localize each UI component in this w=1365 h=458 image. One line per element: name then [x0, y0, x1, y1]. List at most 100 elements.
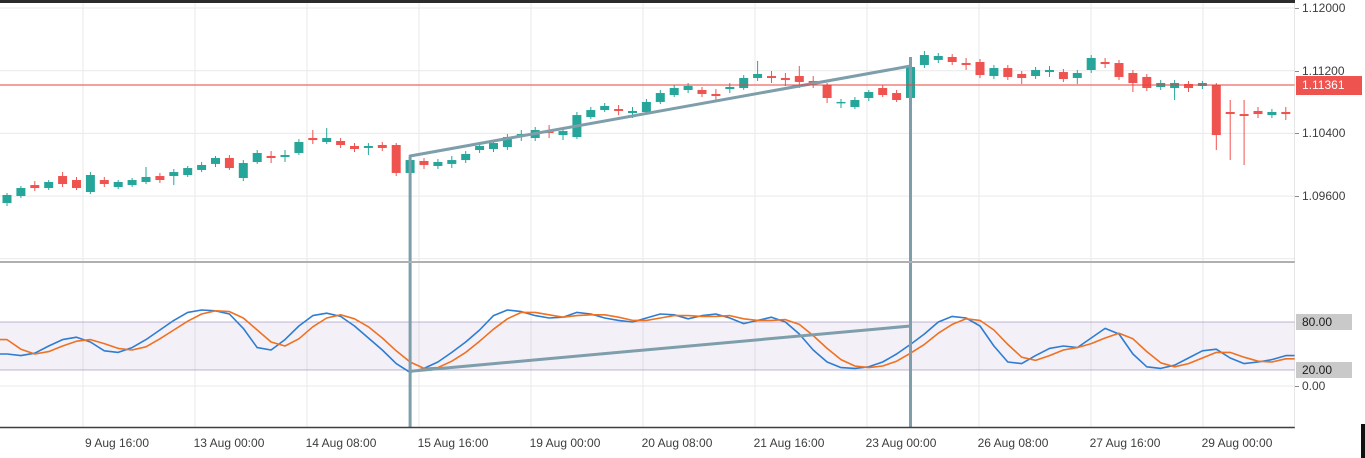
- candle-body: [642, 102, 651, 112]
- candle-body: [142, 177, 151, 182]
- candle-body: [739, 78, 748, 88]
- candle-body: [767, 76, 776, 78]
- candle-body: [378, 145, 387, 148]
- price-axis-label: 1.11200: [1302, 64, 1345, 78]
- candle-body: [3, 195, 12, 203]
- candle-body: [600, 106, 609, 110]
- time-axis-label: 19 Aug 00:00: [530, 436, 601, 450]
- chart-plot-area[interactable]: [0, 0, 1365, 458]
- price-axis-label: 1.12000: [1302, 1, 1345, 15]
- time-axis-label: 15 Aug 16:00: [418, 436, 489, 450]
- axis-tick: [1295, 133, 1299, 134]
- candle-body: [878, 88, 887, 95]
- candle-body: [628, 111, 637, 113]
- candle-body: [58, 176, 67, 184]
- candle-body: [211, 158, 220, 164]
- candle-body: [656, 93, 665, 102]
- candle-body: [1045, 70, 1054, 72]
- candle-body: [864, 92, 873, 98]
- candle-body: [976, 62, 985, 75]
- candle-body: [392, 145, 401, 173]
- candle-body: [614, 109, 623, 111]
- price-axis-label: 1.10400: [1302, 126, 1345, 140]
- candle-body: [336, 141, 345, 145]
- candle-body: [892, 93, 901, 100]
- candle-body: [1115, 63, 1124, 77]
- candle-body: [1059, 72, 1068, 79]
- candle-body: [350, 146, 359, 149]
- candle-body: [1281, 112, 1290, 114]
- trading-chart-window: 1.11361 80.00 20.00 0.00 1.120001.112001…: [0, 0, 1365, 458]
- candle-body: [322, 138, 331, 142]
- current-price-badge: 1.11361: [1296, 76, 1362, 95]
- candle-body: [1101, 62, 1110, 64]
- time-axis-label: 9 Aug 16:00: [85, 436, 149, 450]
- candle-body: [447, 160, 456, 164]
- candle-body: [294, 142, 303, 153]
- candle-body: [948, 57, 957, 62]
- candle-body: [559, 131, 568, 135]
- candle-body: [44, 182, 53, 188]
- candle-body: [114, 182, 123, 187]
- candle-body: [475, 146, 484, 150]
- candle-body: [684, 86, 693, 90]
- candle-body: [155, 176, 164, 180]
- price-axis-label: 1.09600: [1302, 189, 1345, 203]
- time-axis-label: 29 Aug 00:00: [1202, 436, 1273, 450]
- candle-body: [420, 161, 429, 165]
- time-axis-label: 21 Aug 16:00: [754, 436, 825, 450]
- candle-body: [225, 158, 234, 168]
- candle-body: [169, 172, 178, 176]
- candle-body: [308, 138, 317, 140]
- candle-body: [989, 68, 998, 76]
- candle-body: [239, 163, 248, 178]
- time-axis-label: 13 Aug 00:00: [194, 436, 265, 450]
- candle-body: [1003, 68, 1012, 77]
- candle-body: [920, 55, 929, 65]
- chart-top-border: [0, 0, 1365, 3]
- candle-body: [795, 76, 804, 82]
- candle-body: [781, 78, 790, 80]
- candle-body: [1087, 58, 1096, 70]
- candle-body: [30, 185, 39, 188]
- candle-body: [1073, 73, 1082, 78]
- candle-body: [586, 110, 595, 117]
- candle-body: [711, 94, 720, 96]
- time-axis-label: 23 Aug 00:00: [866, 436, 937, 450]
- candle-body: [850, 100, 859, 107]
- candle-body: [1128, 73, 1137, 83]
- candle-body: [1017, 74, 1026, 78]
- candle-body: [253, 153, 262, 162]
- axis-tick: [1295, 386, 1299, 387]
- candle-body: [1254, 111, 1263, 114]
- candle-body: [962, 63, 971, 65]
- candle-body: [267, 156, 276, 158]
- candle-body: [183, 168, 192, 175]
- time-axis-label: 27 Aug 16:00: [1090, 436, 1161, 450]
- candle-body: [1240, 114, 1249, 116]
- candle-body: [72, 180, 81, 188]
- candle-body: [128, 180, 137, 185]
- axis-tick: [1295, 71, 1299, 72]
- stoch-band: [0, 322, 1295, 370]
- candle-body: [670, 88, 679, 95]
- stoch-zero-label: 0.00: [1302, 379, 1325, 393]
- time-axis-label: 20 Aug 08:00: [642, 436, 713, 450]
- candle-body: [433, 162, 442, 166]
- price-axis[interactable]: 1.11361 80.00 20.00 0.00 1.120001.112001…: [1295, 0, 1365, 458]
- candle-body: [837, 102, 846, 103]
- candle-body: [1142, 77, 1151, 88]
- candle-body: [1198, 83, 1207, 86]
- scrollbar-fragment: [1361, 424, 1365, 458]
- candle-body: [489, 143, 498, 149]
- candle-body: [753, 74, 762, 78]
- time-axis-label: 14 Aug 08:00: [306, 436, 377, 450]
- candle-body: [934, 56, 943, 60]
- candle-body: [197, 165, 206, 170]
- axis-tick: [1295, 196, 1299, 197]
- candle-body: [364, 146, 373, 148]
- candle-body: [1267, 112, 1276, 115]
- time-axis[interactable]: 9 Aug 16:00 13 Aug 00:00 14 Aug 08:00 15 Au…: [0, 429, 1365, 458]
- candle-body: [1031, 70, 1040, 76]
- axis-tick: [1295, 8, 1299, 9]
